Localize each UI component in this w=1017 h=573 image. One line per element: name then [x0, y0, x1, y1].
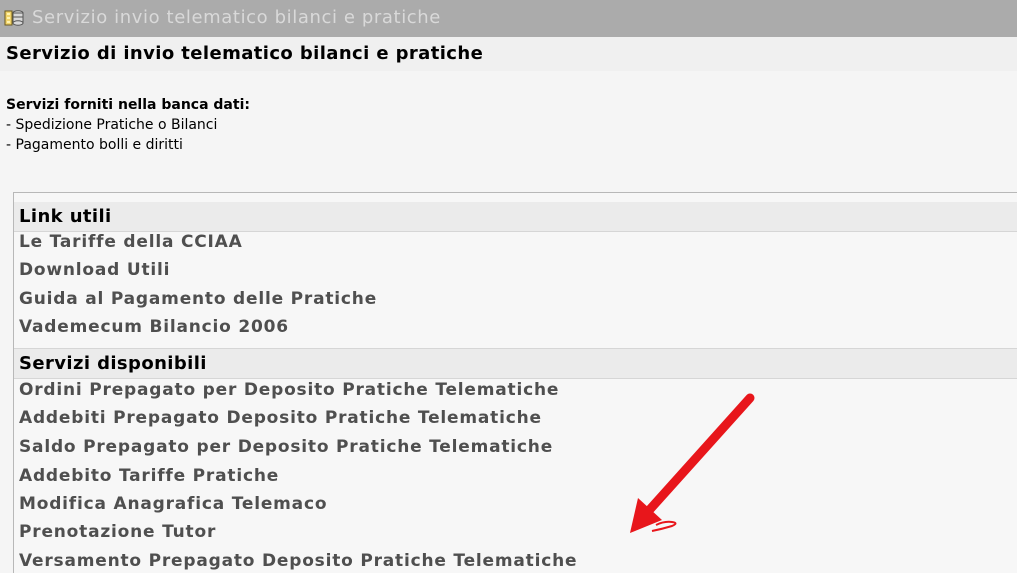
page-title: Servizio invio telematico bilanci e prat… [32, 7, 441, 28]
link-saldo-prepagato[interactable]: Saldo Prepagato per Deposito Pratiche Te… [19, 436, 553, 458]
useful-links-title: Link utili [19, 206, 112, 227]
link-vademecum-bilancio[interactable]: Vademecum Bilancio 2006 [19, 316, 289, 338]
link-modifica-anagrafica[interactable]: Modifica Anagrafica Telemaco [19, 493, 327, 515]
links-panel: Link utili Le Tariffe della CCIAA Downlo… [13, 192, 1017, 573]
services-list-item: - Spedizione Pratiche o Bilanci [6, 117, 218, 133]
folder-database-icon [4, 10, 24, 26]
subtitle-bar: Servizio di invio telematico bilanci e p… [0, 37, 1017, 71]
available-services-header: Servizi disponibili [14, 348, 1017, 379]
useful-links-header: Link utili [14, 202, 1017, 232]
available-services-title: Servizi disponibili [19, 353, 207, 374]
page: Servizio invio telematico bilanci e prat… [0, 0, 1017, 573]
link-download-utili[interactable]: Download Utili [19, 259, 170, 281]
link-prenotazione-tutor[interactable]: Prenotazione Tutor [19, 521, 216, 543]
link-addebiti-prepagato[interactable]: Addebiti Prepagato Deposito Pratiche Tel… [19, 407, 542, 429]
link-versamento-prepagato[interactable]: Versamento Prepagato Deposito Pratiche T… [19, 550, 577, 572]
title-bar: Servizio invio telematico bilanci e prat… [0, 0, 1017, 37]
link-guida-pagamento[interactable]: Guida al Pagamento delle Pratiche [19, 288, 377, 310]
page-subtitle: Servizio di invio telematico bilanci e p… [6, 43, 484, 64]
link-tariffe-cciaa[interactable]: Le Tariffe della CCIAA [19, 231, 243, 253]
main-content: Servizi forniti nella banca dati: - Sped… [0, 71, 1017, 573]
services-list-item: - Pagamento bolli e diritti [6, 137, 183, 153]
link-ordini-prepagato[interactable]: Ordini Prepagato per Deposito Pratiche T… [19, 379, 559, 401]
services-heading: Servizi forniti nella banca dati: [6, 97, 250, 113]
link-addebito-tariffe[interactable]: Addebito Tariffe Pratiche [19, 465, 279, 487]
